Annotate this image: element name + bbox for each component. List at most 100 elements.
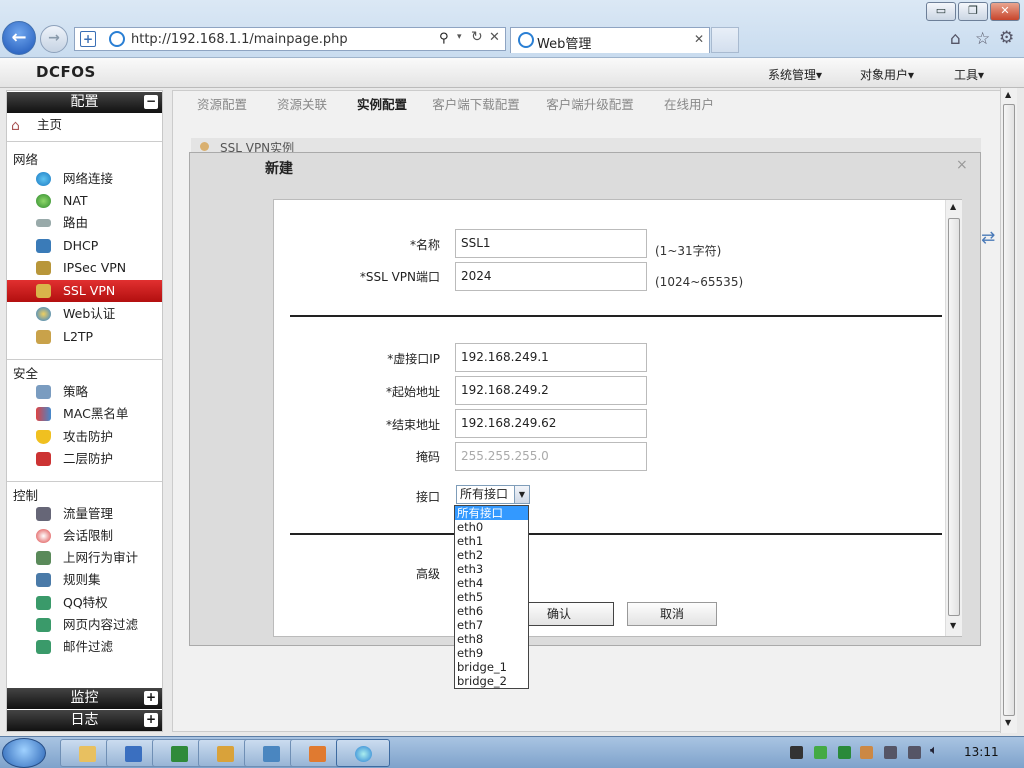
sidebar-header-config[interactable]: 配置 − — [7, 92, 162, 113]
tab-client-download[interactable]: 客户端下载配置 — [423, 93, 529, 117]
dropdown-option[interactable]: eth8 — [455, 632, 528, 646]
start-button[interactable] — [2, 738, 46, 768]
sidebar-item-mac-blacklist[interactable]: MAC黑名单 — [7, 403, 162, 425]
compat-view-icon[interactable]: + — [80, 31, 96, 47]
dropdown-option[interactable]: eth9 — [455, 646, 528, 660]
sidebar-header-log[interactable]: 日志 + — [7, 710, 162, 731]
menu-tools[interactable]: 工具▾ — [954, 66, 984, 83]
port-input[interactable]: 2024 — [455, 262, 647, 291]
forward-button[interactable]: → — [40, 25, 68, 53]
menu-objects-users[interactable]: 对象用户▾ — [860, 66, 914, 83]
sidebar-item-traffic-management[interactable]: 流量管理 — [7, 503, 162, 525]
scroll-down-icon[interactable]: ▼ — [950, 621, 956, 630]
sidebar-item-web-filter[interactable]: 网页内容过滤 — [7, 614, 162, 636]
sidebar-item-qq-privilege[interactable]: QQ特权 — [7, 592, 162, 614]
scroll-down-icon[interactable]: ▼ — [1005, 718, 1011, 727]
page-scroll-thumb[interactable] — [1003, 104, 1015, 716]
dropdown-option[interactable]: eth3 — [455, 562, 528, 576]
address-bar[interactable]: + http://192.168.1.1/mainpage.php ⚲ ▾ ↻ … — [74, 27, 506, 51]
search-icon[interactable]: ⚲ — [439, 31, 449, 46]
tab-online-users[interactable]: 在线用户 — [653, 93, 725, 117]
divider — [7, 481, 162, 482]
scroll-up-icon[interactable]: ▲ — [1005, 90, 1011, 99]
page-scrollbar[interactable]: ▲ ▼ — [1000, 88, 1017, 733]
tray-device-icon[interactable] — [884, 746, 897, 759]
dropdown-option[interactable]: eth0 — [455, 520, 528, 534]
sidebar-item-policy[interactable]: 策略 — [7, 381, 162, 403]
virtual-ip-input[interactable]: 192.168.249.1 — [455, 343, 647, 372]
minimize-button[interactable]: ▭ — [926, 2, 956, 21]
new-tab-button[interactable] — [711, 27, 739, 53]
tab-resource-config[interactable]: 资源配置 — [183, 93, 261, 117]
dropdown-option[interactable]: eth5 — [455, 590, 528, 604]
sidebar-header-monitor[interactable]: 监控 + — [7, 688, 162, 709]
dropdown-option[interactable]: eth6 — [455, 604, 528, 618]
favorites-star-icon[interactable]: ☆ — [975, 29, 990, 49]
tab-close-icon[interactable]: ✕ — [694, 32, 704, 46]
sidebar-item-mail-filter[interactable]: 邮件过滤 — [7, 636, 162, 658]
refresh-icon[interactable]: ⇄ — [981, 228, 995, 248]
dropdown-option[interactable]: bridge_2 — [455, 674, 528, 688]
sidebar-item-ssl-vpn[interactable]: SSL VPN — [7, 280, 162, 302]
dropdown-option[interactable]: eth1 — [455, 534, 528, 548]
cancel-button[interactable]: 取消 — [627, 602, 717, 626]
dialog-scrollbar[interactable]: ▲ ▼ — [945, 200, 962, 636]
end-address-input[interactable]: 192.168.249.62 — [455, 409, 647, 438]
close-window-button[interactable]: ✕ — [990, 2, 1020, 21]
dialog-close-icon[interactable]: × — [956, 157, 968, 173]
refresh-icon[interactable]: ↻ — [471, 29, 483, 45]
tray-flag-icon[interactable] — [860, 746, 873, 759]
volume-icon[interactable]: 🔈︎ — [930, 743, 938, 758]
gear-icon[interactable]: ⚙ — [999, 28, 1014, 48]
expand-icon[interactable]: + — [144, 713, 158, 727]
sidebar-item-session-limit[interactable]: 会话限制 — [7, 525, 162, 547]
browser-tab[interactable]: Web管理 ✕ — [510, 27, 710, 53]
sidebar-item-dhcp[interactable]: DHCP — [7, 235, 162, 257]
mask-input[interactable]: 255.255.255.0 — [455, 442, 647, 471]
start-address-input[interactable]: 192.168.249.2 — [455, 376, 647, 405]
advanced-label[interactable]: 高级 — [350, 565, 440, 582]
maximize-button[interactable]: ❐ — [958, 2, 988, 21]
sidebar-item-ipsec-vpn[interactable]: IPSec VPN — [7, 257, 162, 279]
dialog-scroll-thumb[interactable] — [948, 218, 960, 616]
dropdown-option[interactable]: eth7 — [455, 618, 528, 632]
sidebar-item-web-auth[interactable]: Web认证 — [7, 303, 162, 325]
expand-icon[interactable]: + — [144, 691, 158, 705]
taskbar-ie[interactable] — [336, 739, 390, 767]
collapse-icon[interactable]: − — [144, 95, 158, 109]
scroll-up-icon[interactable]: ▲ — [950, 202, 956, 211]
sidebar-item-network-connection[interactable]: 网络连接 — [7, 168, 162, 190]
stop-icon[interactable]: ✕ — [489, 30, 500, 45]
tray-network-status-icon[interactable] — [908, 746, 921, 759]
tab-instance-config[interactable]: 实例配置 — [343, 93, 421, 117]
dropdown-option[interactable]: 所有接口 — [455, 506, 528, 520]
arrow-right-icon: → — [48, 30, 60, 46]
interface-select[interactable]: 所有接口 ▼ — [456, 485, 530, 504]
tray-network-icon[interactable] — [814, 746, 827, 759]
menu-system[interactable]: 系统管理▾ — [768, 66, 822, 83]
tab-client-upgrade[interactable]: 客户端升级配置 — [535, 93, 645, 117]
address-url[interactable]: http://192.168.1.1/mainpage.php — [131, 32, 348, 47]
name-input[interactable]: SSL1 — [455, 229, 647, 258]
dropdown-option[interactable]: eth2 — [455, 548, 528, 562]
dropdown-option[interactable]: bridge_1 — [455, 660, 528, 674]
chevron-down-icon[interactable]: ▼ — [514, 486, 529, 503]
sidebar-item-behavior-audit[interactable]: 上网行为审计 — [7, 547, 162, 569]
tray-shield-icon[interactable] — [838, 746, 851, 759]
sidebar-item-nat[interactable]: NAT — [7, 190, 162, 212]
back-button[interactable]: ← — [2, 21, 36, 55]
sidebar-item-attack-protection[interactable]: 攻击防护 — [7, 426, 162, 448]
dropdown-option[interactable]: eth4 — [455, 576, 528, 590]
sidebar-item-l2tp[interactable]: L2TP — [7, 326, 162, 348]
clock[interactable]: 13:11 — [964, 745, 999, 759]
sidebar-item-layer2-protection[interactable]: 二层防护 — [7, 448, 162, 470]
tray-icon[interactable] — [790, 746, 803, 759]
tab-resource-association[interactable]: 资源关联 — [263, 93, 341, 117]
taskbar: 🔈︎ 13:11 — [0, 736, 1024, 768]
interface-dropdown-list: 所有接口 eth0 eth1 eth2 eth3 eth4 eth5 eth6 … — [454, 505, 529, 689]
chevron-down-icon[interactable]: ▾ — [457, 32, 462, 42]
sidebar-item-ruleset[interactable]: 规则集 — [7, 569, 162, 591]
sidebar-item-home[interactable]: ⌂ 主页 — [7, 114, 162, 136]
sidebar-item-route[interactable]: 路由 — [7, 212, 162, 234]
home-icon[interactable]: ⌂ — [950, 29, 961, 49]
